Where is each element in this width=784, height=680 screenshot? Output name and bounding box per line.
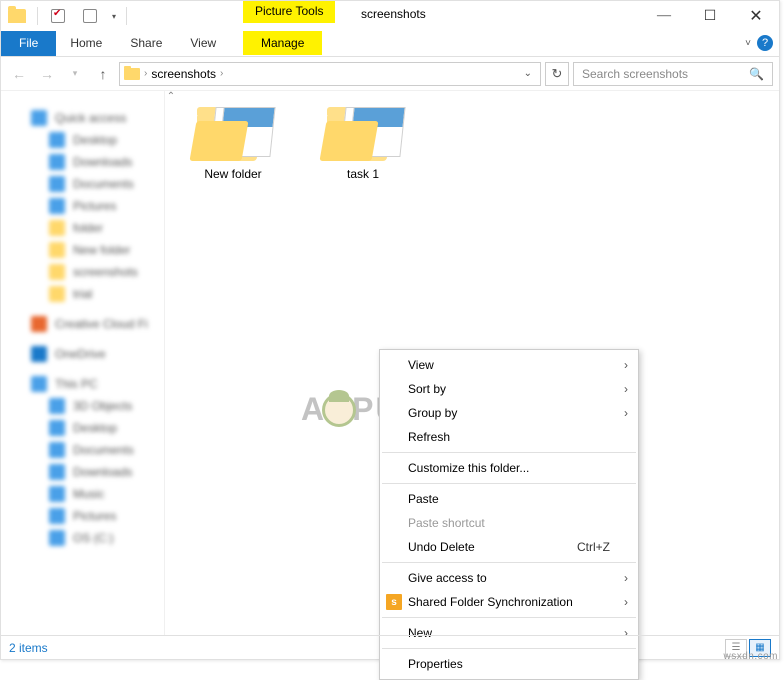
ribbon-tabs: File Home Share View Manage ˅ ? xyxy=(1,31,779,57)
chevron-right-icon: › xyxy=(624,358,628,372)
up-button[interactable]: ↑ xyxy=(91,62,115,86)
sidebar-item-this-pc[interactable]: This PC xyxy=(1,373,164,395)
menu-item-sort-by[interactable]: Sort by› xyxy=(380,377,638,401)
breadcrumb-segment[interactable]: screenshots xyxy=(151,67,216,81)
menu-item-customize-folder[interactable]: Customize this folder... xyxy=(380,456,638,480)
refresh-button[interactable]: ↻ xyxy=(545,62,569,86)
divider xyxy=(37,7,38,25)
menu-item-shared-folder-sync[interactable]: sShared Folder Synchronization› xyxy=(380,590,638,614)
chevron-right-icon: › xyxy=(624,406,628,420)
item-label: task 1 xyxy=(313,167,413,181)
search-icon: 🔍 xyxy=(749,67,764,81)
ribbon-right-controls: ˅ ? xyxy=(745,35,773,51)
address-history-dropdown[interactable]: ⌄ xyxy=(520,68,536,79)
folder-item[interactable]: New folder xyxy=(183,101,283,181)
keyboard-shortcut: Ctrl+Z xyxy=(577,540,610,554)
square-icon xyxy=(83,9,97,23)
window-controls: — ☐ ✕ xyxy=(641,1,779,31)
manage-tab[interactable]: Manage xyxy=(243,31,322,55)
minimize-button[interactable]: — xyxy=(641,1,687,31)
sidebar-item-creative-cloud[interactable]: Creative Cloud Fi xyxy=(1,313,164,335)
address-bar[interactable]: › screenshots › ⌄ xyxy=(119,62,541,86)
chevron-right-icon: › xyxy=(624,595,628,609)
sidebar-item[interactable]: Downloads xyxy=(1,151,164,173)
home-tab[interactable]: Home xyxy=(56,31,116,56)
sidebar-item[interactable]: Documents xyxy=(1,439,164,461)
menu-item-paste-shortcut: Paste shortcut xyxy=(380,511,638,535)
menu-separator xyxy=(382,562,636,563)
menu-item-give-access-to[interactable]: Give access to› xyxy=(380,566,638,590)
menu-separator xyxy=(382,483,636,484)
qat-properties-button[interactable] xyxy=(46,4,70,28)
sidebar-item[interactable]: 3D Objects xyxy=(1,395,164,417)
item-label: New folder xyxy=(183,167,283,181)
menu-item-group-by[interactable]: Group by› xyxy=(380,401,638,425)
quick-access-toolbar: ▾ xyxy=(1,1,131,31)
sidebar-item[interactable]: New folder xyxy=(1,239,164,261)
window-title: screenshots xyxy=(361,7,426,21)
navigation-bar: ← → ▾ ↑ › screenshots › ⌄ ↻ Search scree… xyxy=(1,57,779,91)
maximize-button[interactable]: ☐ xyxy=(687,1,733,31)
folder-thumbnail-icon xyxy=(193,101,273,161)
sidebar-item-onedrive[interactable]: OneDrive xyxy=(1,343,164,365)
sidebar-item[interactable]: Music xyxy=(1,483,164,505)
status-bar: 2 items ☰ ▦ xyxy=(1,635,779,659)
menu-separator xyxy=(382,617,636,618)
help-button[interactable]: ? xyxy=(757,35,773,51)
sidebar-item[interactable]: Downloads xyxy=(1,461,164,483)
folder-thumbnail-icon xyxy=(323,101,403,161)
sidebar-item[interactable]: folder xyxy=(1,217,164,239)
sidebar-item[interactable]: Pictures xyxy=(1,505,164,527)
menu-separator xyxy=(382,452,636,453)
sidebar-item[interactable]: Desktop xyxy=(1,129,164,151)
sidebar-item[interactable]: trial xyxy=(1,283,164,305)
contextual-tab-header: Picture Tools xyxy=(243,1,335,23)
context-menu: View› Sort by› Group by› Refresh Customi… xyxy=(379,349,639,680)
chevron-right-icon: › xyxy=(624,571,628,585)
sync-icon: s xyxy=(386,594,402,610)
divider xyxy=(126,7,127,25)
content-area: ⌃ Quick access Desktop Downloads Documen… xyxy=(1,91,779,635)
menu-item-view[interactable]: View› xyxy=(380,353,638,377)
forward-button[interactable]: → xyxy=(35,62,59,86)
sidebar-item[interactable]: Desktop xyxy=(1,417,164,439)
recent-locations-dropdown[interactable]: ▾ xyxy=(63,62,87,86)
menu-item-refresh[interactable]: Refresh xyxy=(380,425,638,449)
folder-icon xyxy=(124,68,140,80)
item-count: 2 items xyxy=(9,641,48,655)
chevron-right-icon[interactable]: › xyxy=(144,68,147,79)
folder-item[interactable]: task 1 xyxy=(313,101,413,181)
close-button[interactable]: ✕ xyxy=(733,1,779,31)
sidebar-item[interactable]: OS (C:) xyxy=(1,527,164,549)
chevron-right-icon[interactable]: › xyxy=(220,68,223,79)
sidebar-item[interactable]: Documents xyxy=(1,173,164,195)
folder-icon xyxy=(8,9,26,23)
back-button[interactable]: ← xyxy=(7,62,31,86)
ribbon-collapse-button[interactable]: ˅ xyxy=(745,38,751,49)
search-placeholder: Search screenshots xyxy=(582,67,688,81)
file-tab[interactable]: File xyxy=(1,31,56,56)
view-tab[interactable]: View xyxy=(176,31,230,56)
sidebar-item[interactable]: screenshots xyxy=(1,261,164,283)
file-explorer-window: ▾ Picture Tools screenshots — ☐ ✕ File H… xyxy=(0,0,780,660)
sidebar-item-quick-access[interactable]: Quick access xyxy=(1,107,164,129)
attribution-text: wsxdn.com xyxy=(723,651,778,662)
share-tab[interactable]: Share xyxy=(116,31,176,56)
chevron-right-icon: › xyxy=(624,382,628,396)
navigation-pane[interactable]: Quick access Desktop Downloads Documents… xyxy=(1,91,165,635)
app-folder-icon xyxy=(5,4,29,28)
search-input[interactable]: Search screenshots 🔍 xyxy=(573,62,773,86)
menu-item-undo-delete[interactable]: Undo DeleteCtrl+Z xyxy=(380,535,638,559)
qat-customize-dropdown[interactable]: ▾ xyxy=(106,12,122,21)
qat-new-folder-button[interactable] xyxy=(78,4,102,28)
sidebar-item[interactable]: Pictures xyxy=(1,195,164,217)
menu-item-paste[interactable]: Paste xyxy=(380,487,638,511)
checkbox-icon xyxy=(51,9,65,23)
